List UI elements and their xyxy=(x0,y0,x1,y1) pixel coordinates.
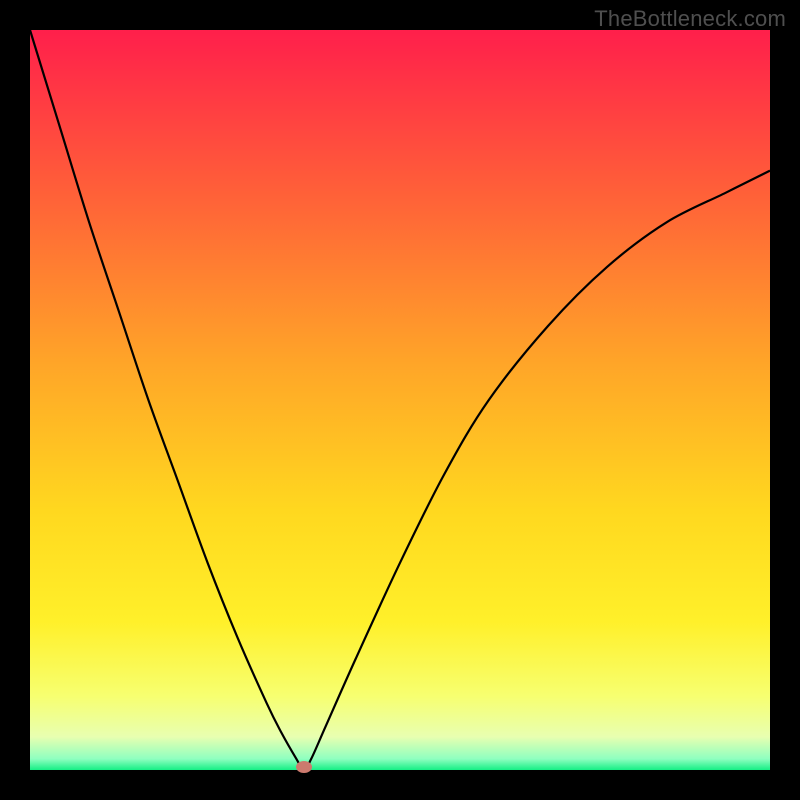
optimum-marker xyxy=(296,761,312,773)
plot-area xyxy=(30,30,770,770)
bottleneck-curve xyxy=(30,30,770,770)
chart-frame: TheBottleneck.com xyxy=(0,0,800,800)
watermark-text: TheBottleneck.com xyxy=(594,6,786,32)
